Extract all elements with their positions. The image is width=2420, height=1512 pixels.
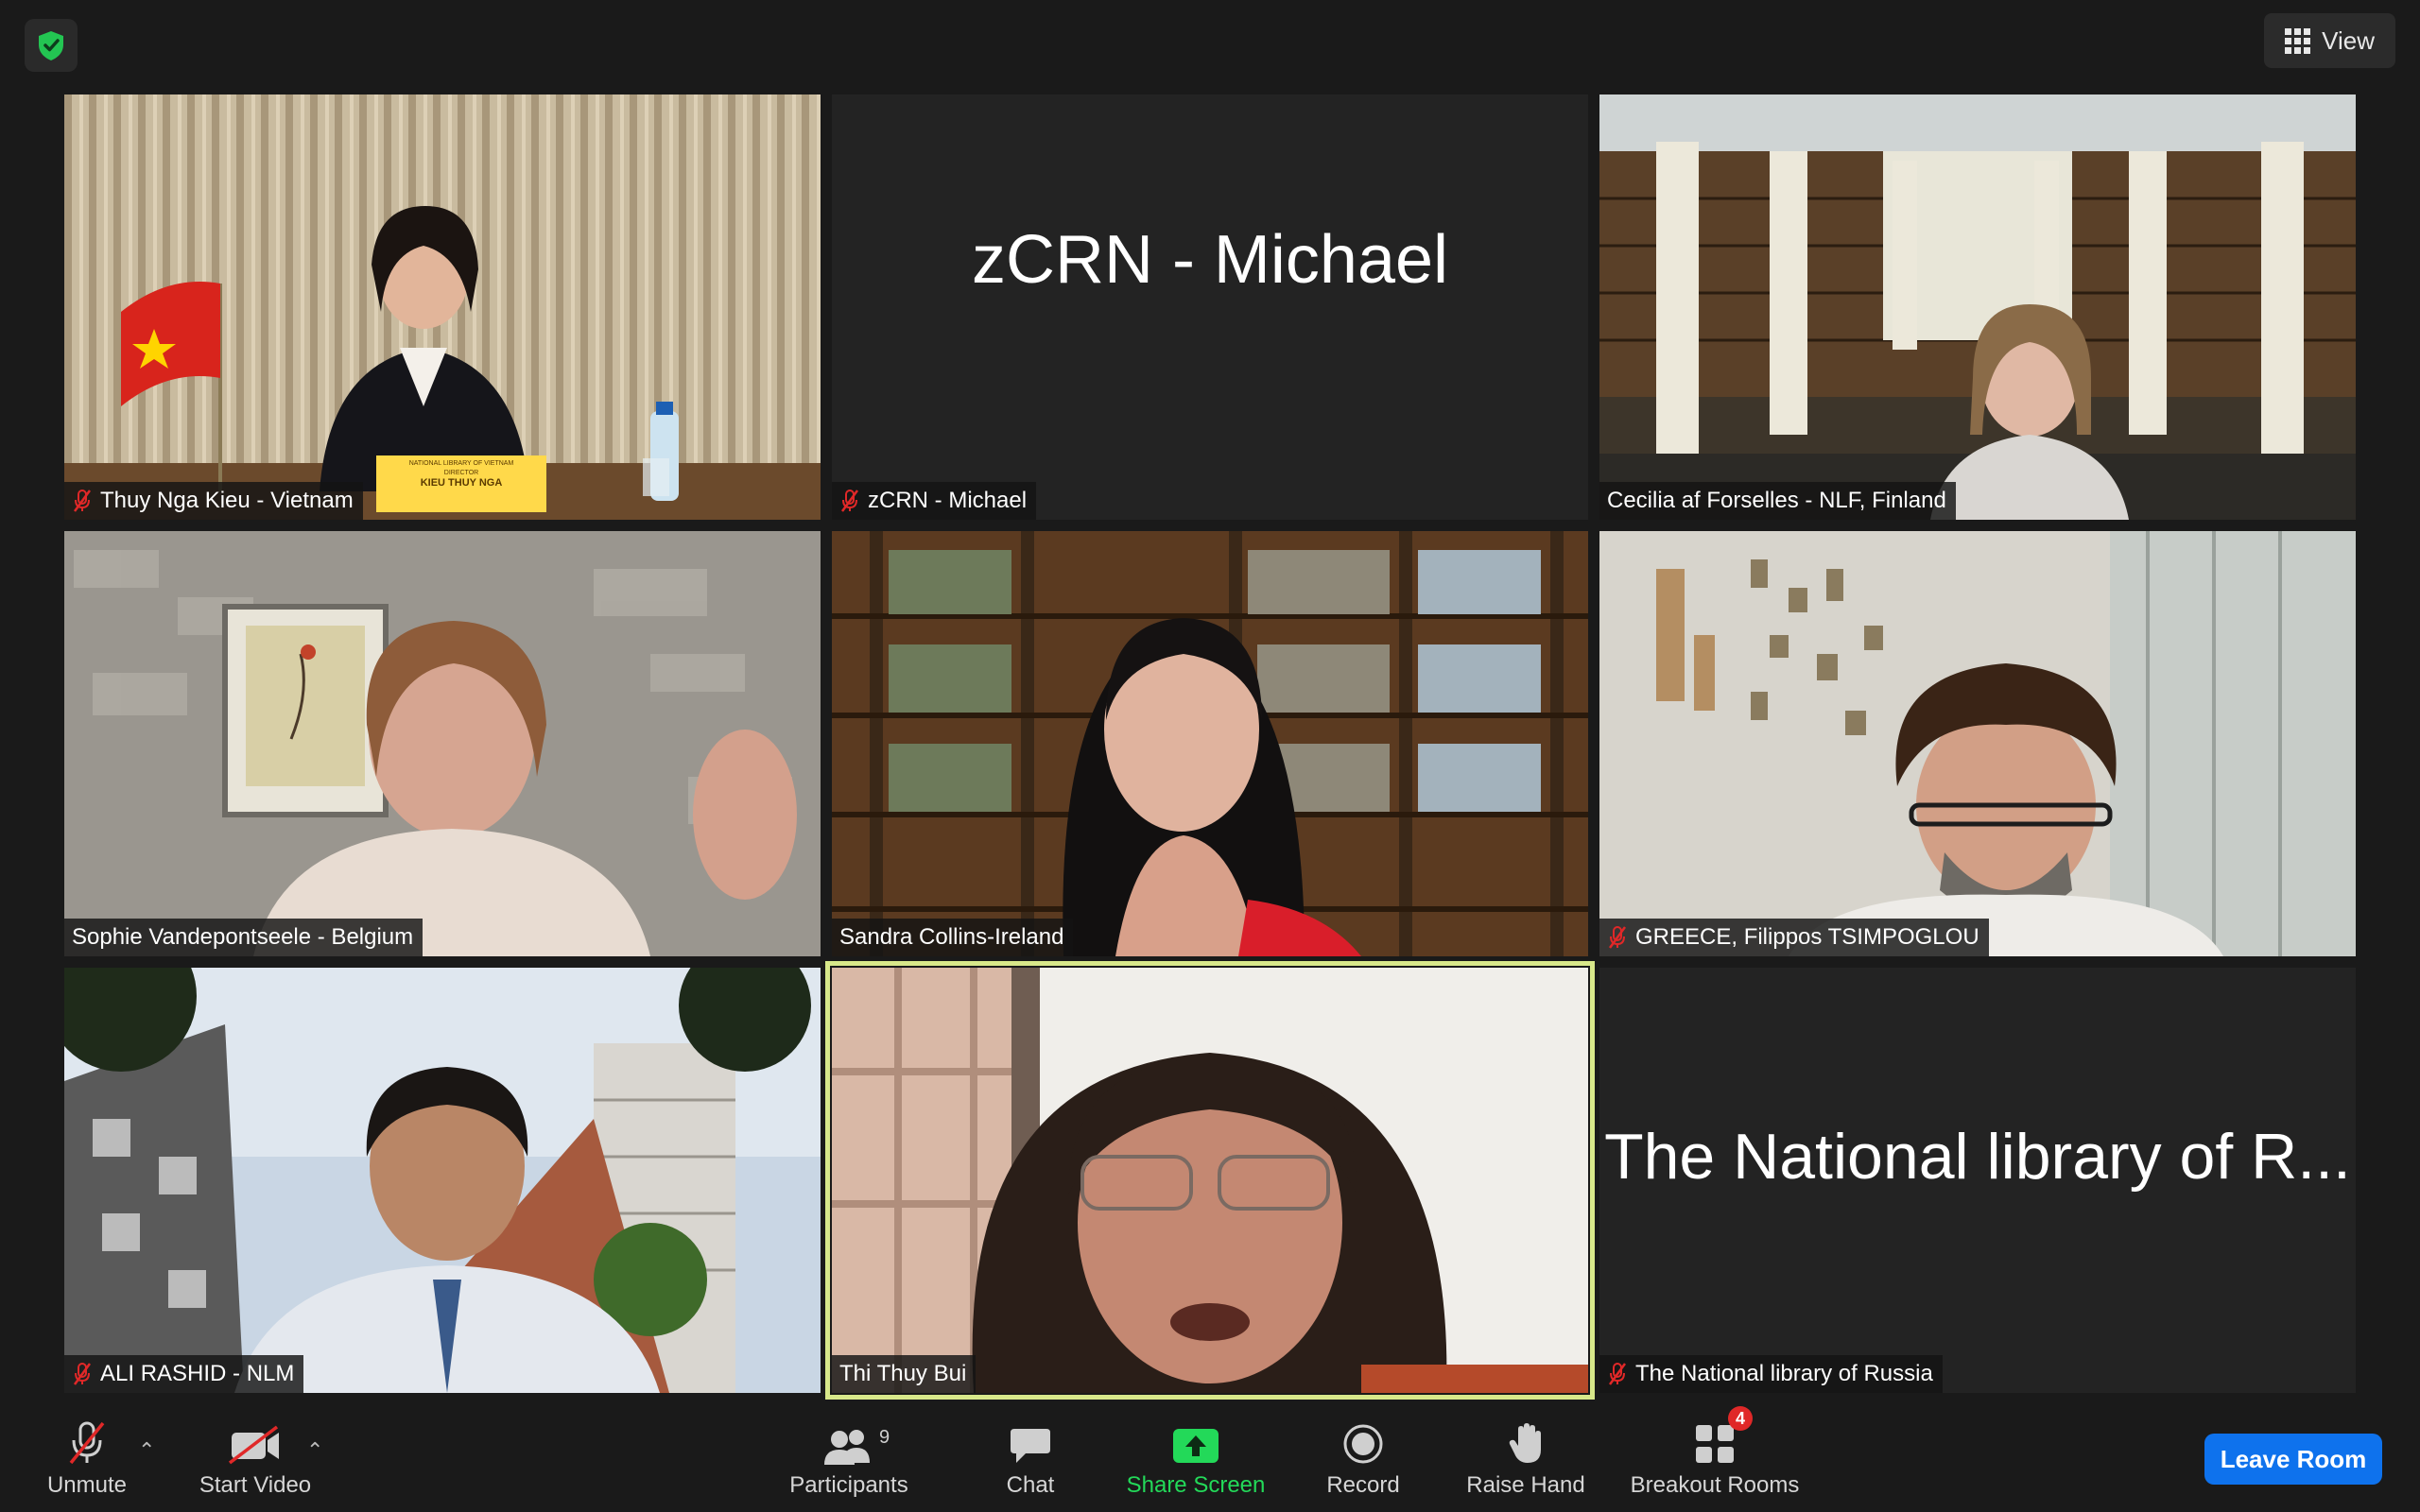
video-tile-filippos-tsimpoglou[interactable]: GREECE, Filippos TSIMPOGLOU	[1599, 531, 2356, 956]
record-icon	[1342, 1410, 1384, 1465]
participant-name: Cecilia af Forselles - NLF, Finland	[1607, 488, 1946, 513]
participant-name: Sandra Collins-Ireland	[839, 924, 1064, 950]
video-frame-greece	[1599, 531, 2356, 956]
video-frame-belgium	[64, 531, 821, 956]
breakout-rooms-button[interactable]: 4 Breakout Rooms	[1622, 1406, 1807, 1512]
muted-mic-icon	[1608, 926, 1627, 949]
muted-microphone-icon	[65, 1410, 109, 1465]
meeting-toolbar: Unmute ⌃ Start Video ⌃ 9 Participants Ch…	[0, 1406, 2420, 1512]
participant-name-tag: Thi Thuy Bui	[832, 1355, 977, 1393]
participant-name: Thuy Nga Kieu - Vietnam	[100, 488, 354, 513]
video-tile-sophie-vandepontseele[interactable]: Sophie Vandepontseele - Belgium	[64, 531, 821, 956]
start-video-label: Start Video	[199, 1472, 312, 1498]
video-options-chevron-icon[interactable]: ⌃	[306, 1438, 323, 1463]
participant-name-tag: The National library of Russia	[1599, 1355, 1943, 1393]
participant-name: The National library of Russia	[1635, 1361, 1933, 1386]
participant-name: Thi Thuy Bui	[839, 1361, 967, 1386]
chat-label: Chat	[1006, 1472, 1055, 1498]
chat-button[interactable]: Chat	[993, 1410, 1068, 1512]
participant-name: zCRN - Michael	[868, 488, 1028, 513]
unmute-label: Unmute	[46, 1472, 128, 1498]
participant-name-tag: ALI RASHID - NLM	[64, 1355, 304, 1393]
video-frame-ireland	[832, 531, 1588, 956]
share-screen-label: Share Screen	[1126, 1472, 1266, 1498]
video-tile-thi-thuy-bui[interactable]: Thi Thuy Bui	[832, 968, 1588, 1393]
security-shield-icon[interactable]	[25, 19, 78, 72]
raise-hand-label: Raise Hand	[1466, 1472, 1585, 1498]
participants-count: 9	[879, 1427, 890, 1448]
share-screen-button[interactable]: Share Screen	[1123, 1410, 1269, 1512]
participant-name-tag: Cecilia af Forselles - NLF, Finland	[1599, 482, 1956, 520]
video-tile-cecilia-af-forselles[interactable]: Cecilia af Forselles - NLF, Finland	[1599, 94, 2356, 520]
share-screen-icon	[1172, 1410, 1219, 1465]
participant-display-name: The National library of R...	[1604, 1121, 2351, 1193]
unmute-button[interactable]: Unmute	[38, 1410, 136, 1512]
video-frame-finland	[1599, 94, 2356, 520]
breakout-rooms-badge: 4	[1728, 1406, 1753, 1431]
participants-icon: 9	[822, 1410, 890, 1465]
video-frame-vietnam	[64, 94, 821, 520]
participant-name-tag: Sandra Collins-Ireland	[832, 919, 1074, 956]
participant-name-tag: GREECE, Filippos TSIMPOGLOU	[1599, 919, 1989, 956]
video-frame-thi-thuy-bui	[832, 968, 1588, 1393]
name-placard: NATIONAL LIBRARY OF VIETNAM DIRECTOR KIE…	[408, 460, 514, 489]
video-tile-thuy-nga-kieu[interactable]: NATIONAL LIBRARY OF VIETNAM DIRECTOR KIE…	[64, 94, 821, 520]
breakout-rooms-icon: 4	[1694, 1406, 1753, 1465]
video-tile-sandra-collins[interactable]: Sandra Collins-Ireland	[832, 531, 1588, 956]
record-label: Record	[1326, 1472, 1400, 1498]
participant-name-tag: Thuy Nga Kieu - Vietnam	[64, 482, 363, 520]
start-video-button[interactable]: Start Video	[189, 1410, 321, 1512]
video-tile-national-library-russia[interactable]: The National library of R... The Nationa…	[1599, 968, 2356, 1393]
raise-hand-button[interactable]: Raise Hand	[1461, 1410, 1590, 1512]
muted-mic-icon	[73, 490, 92, 512]
audio-options-chevron-icon[interactable]: ⌃	[138, 1438, 155, 1463]
grid-icon	[2285, 27, 2311, 54]
participant-name: ALI RASHID - NLM	[100, 1361, 295, 1386]
raise-hand-icon	[1507, 1410, 1545, 1465]
participant-name: Sophie Vandepontseele - Belgium	[72, 924, 414, 950]
video-tile-ali-rashid[interactable]: ALI RASHID - NLM	[64, 968, 821, 1393]
participant-name-tag: zCRN - Michael	[832, 482, 1037, 520]
participants-label: Participants	[789, 1472, 908, 1498]
participant-name-tag: Sophie Vandepontseele - Belgium	[64, 919, 424, 956]
view-label: View	[2322, 26, 2375, 55]
video-off-icon	[228, 1410, 283, 1465]
muted-mic-icon	[840, 490, 859, 512]
video-tile-zcrn-michael[interactable]: zCRN - Michael zCRN - Michael	[832, 94, 1588, 520]
leave-room-button[interactable]: Leave Room	[2204, 1434, 2382, 1485]
video-frame-nlm	[64, 968, 821, 1393]
record-button[interactable]: Record	[1318, 1410, 1409, 1512]
breakout-rooms-label: Breakout Rooms	[1630, 1472, 1800, 1498]
chat-bubble-icon	[1009, 1410, 1052, 1465]
participants-button[interactable]: 9 Participants	[781, 1410, 917, 1512]
muted-mic-icon	[1608, 1363, 1627, 1385]
participant-display-name: zCRN - Michael	[971, 222, 1449, 298]
muted-mic-icon	[73, 1363, 92, 1385]
participant-name: GREECE, Filippos TSIMPOGLOU	[1635, 924, 1979, 950]
view-button[interactable]: View	[2264, 13, 2395, 68]
